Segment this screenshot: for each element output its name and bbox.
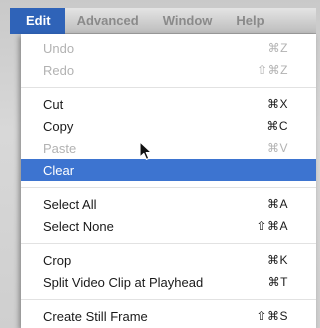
menu-item-create-still-frame[interactable]: Create Still Frame ⇧⌘S: [21, 305, 316, 327]
menu-item-label: Split Video Clip at Playhead: [43, 274, 204, 290]
menu-window[interactable]: Window: [151, 8, 225, 34]
menu-item-shortcut: ⌘K: [266, 253, 288, 267]
menu-item-shortcut: ⇧⌘A: [256, 219, 288, 233]
menu-item-paste: Paste ⌘V: [21, 137, 316, 159]
menu-item-shortcut: ⌘Z: [267, 41, 288, 55]
menu-separator: [21, 81, 316, 93]
menu-item-label: Copy: [43, 118, 74, 134]
menu-bar: Edit Advanced Window Help: [10, 7, 316, 34]
menu-item-label: Create Still Frame: [43, 308, 148, 324]
menu-item-undo: Undo ⌘Z: [21, 37, 316, 59]
menu-item-label: Cut: [43, 96, 64, 112]
menu-item-crop[interactable]: Crop ⌘K: [21, 249, 316, 271]
menu-item-shortcut: ⌘A: [266, 197, 288, 211]
menu-item-shortcut: ⌘C: [266, 119, 288, 133]
edit-menu-dropdown: Undo ⌘Z Redo ⇧⌘Z Cut ⌘X Copy ⌘C Paste ⌘V…: [21, 34, 316, 328]
menu-item-shortcut: ⌘X: [266, 97, 288, 111]
menu-item-label: Redo: [43, 62, 75, 78]
menu-item-label: Select All: [43, 196, 97, 212]
menu-item-split-video-clip[interactable]: Split Video Clip at Playhead ⌘T: [21, 271, 316, 293]
menu-separator: [21, 181, 316, 193]
menu-advanced[interactable]: Advanced: [65, 8, 151, 34]
menu-item-select-all[interactable]: Select All ⌘A: [21, 193, 316, 215]
menu-item-redo: Redo ⇧⌘Z: [21, 59, 316, 81]
menu-item-shortcut: ⇧⌘S: [256, 309, 288, 323]
menu-separator: [21, 237, 316, 249]
menu-item-label: Paste: [43, 140, 77, 156]
menu-item-label: Crop: [43, 252, 72, 268]
menu-item-select-none[interactable]: Select None ⇧⌘A: [21, 215, 316, 237]
menu-item-copy[interactable]: Copy ⌘C: [21, 115, 316, 137]
menu-edit[interactable]: Edit: [10, 7, 65, 34]
menu-item-shortcut: ⌘T: [267, 275, 288, 289]
menu-item-label: Select None: [43, 218, 114, 234]
menu-help[interactable]: Help: [224, 8, 276, 34]
menu-item-shortcut: ⌘V: [266, 141, 288, 155]
menu-item-label: Clear: [43, 162, 75, 178]
menu-item-cut[interactable]: Cut ⌘X: [21, 93, 316, 115]
menu-item-clear[interactable]: Clear: [21, 159, 316, 181]
menu-item-shortcut: ⇧⌘Z: [257, 63, 288, 77]
menu-item-label: Undo: [43, 40, 75, 56]
menu-separator: [21, 293, 316, 305]
